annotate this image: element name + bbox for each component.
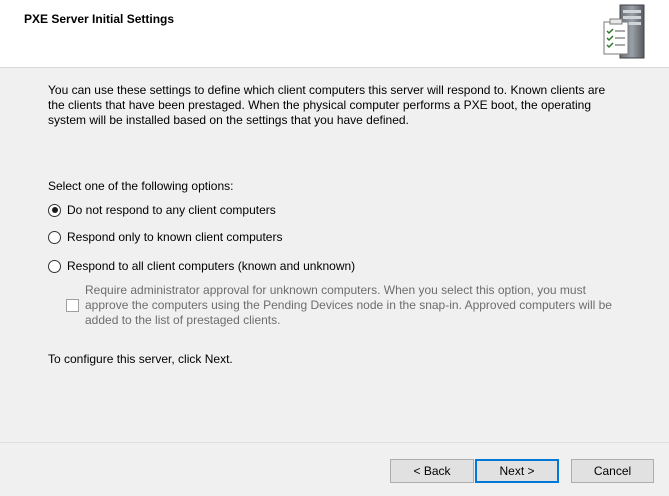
- approval-checkbox[interactable]: [66, 299, 79, 312]
- radio-label: Respond to all client computers (known a…: [67, 259, 356, 273]
- approval-description: Require administrator approval for unkno…: [85, 283, 625, 328]
- back-button[interactable]: < Back: [390, 459, 474, 483]
- server-checklist-icon: [603, 4, 645, 59]
- dialog-title: PXE Server Initial Settings: [24, 12, 175, 26]
- button-bar-divider: [0, 442, 669, 443]
- radio-button[interactable]: [48, 259, 61, 273]
- approval-line: approve the computers using the Pending …: [85, 298, 612, 312]
- approval-option: Require administrator approval for unkno…: [66, 283, 625, 328]
- intro-text: You can use these settings to define whi…: [48, 83, 628, 128]
- radio-label: Do not respond to any client computers: [67, 203, 276, 217]
- dialog-header: PXE Server Initial Settings: [0, 0, 669, 68]
- radio-option-all-clients[interactable]: Respond to all client computers (known a…: [48, 259, 355, 273]
- radio-button[interactable]: [48, 230, 61, 244]
- next-button[interactable]: Next >: [475, 459, 559, 483]
- radio-option-no-response[interactable]: Do not respond to any client computers: [48, 203, 276, 217]
- radio-label: Respond only to known client computers: [67, 230, 283, 244]
- pxe-settings-dialog: PXE Server Initial Settings You can use …: [0, 0, 669, 496]
- intro-line: system will be installed based on the se…: [48, 113, 409, 127]
- radio-option-known-only[interactable]: Respond only to known client computers: [48, 230, 282, 244]
- intro-line: You can use these settings to define whi…: [48, 83, 606, 97]
- approval-line: added to the list of prestaged clients.: [85, 313, 281, 327]
- intro-line: the clients that have been prestaged. Wh…: [48, 98, 591, 112]
- cancel-button[interactable]: Cancel: [571, 459, 654, 483]
- options-label: Select one of the following options:: [48, 179, 234, 193]
- approval-line: Require administrator approval for unkno…: [85, 283, 586, 297]
- radio-button[interactable]: [48, 203, 61, 217]
- footer-note: To configure this server, click Next.: [48, 352, 233, 366]
